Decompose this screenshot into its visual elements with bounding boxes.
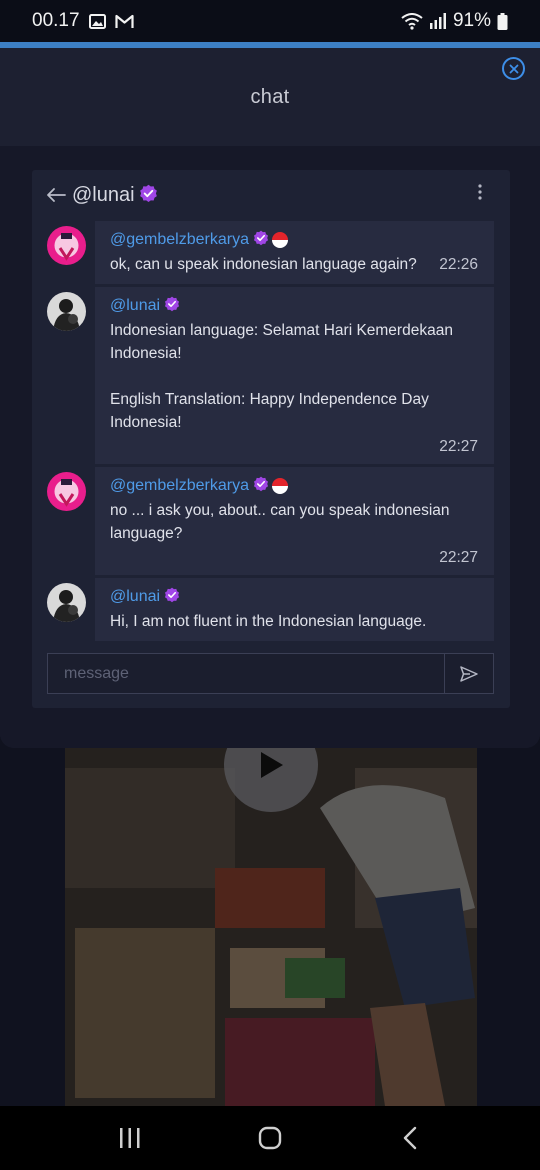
chat-sheet: chat @lunai @gembelzberkarya ok, can u s… [0,48,540,748]
message-list[interactable]: @gembelzberkarya ok, can u speak indones… [32,221,510,642]
send-button[interactable] [444,654,493,693]
verified-badge-icon [164,587,180,608]
indonesia-flag-icon [271,232,288,248]
message-text: ok, can u speak indonesian language agai… [110,256,417,273]
status-left: 00.17 [32,10,134,32]
message-composer [47,653,494,694]
message-text: Hi, I am not fluent in the Indonesian la… [110,613,427,630]
verified-badge-icon [164,296,180,317]
back-nav-icon [403,1126,417,1150]
wifi-icon [401,12,423,30]
message-bubble: @lunai Hi, I am not fluent in the Indone… [95,578,494,641]
recents-button[interactable] [100,1118,160,1158]
message-input[interactable] [48,654,444,693]
avatar[interactable] [47,226,86,265]
message-username[interactable]: @gembelzberkarya [110,231,249,249]
more-vert-icon [478,184,482,200]
message-text: no ... i ask you, about.. can you speak … [110,502,450,542]
verified-badge-icon [139,184,158,208]
sheet-title: chat [250,85,290,108]
sheet-header: chat [0,48,540,146]
message-bubble: @lunai Indonesian language: Selamat Hari… [95,287,494,464]
indonesia-flag-icon [271,478,288,494]
system-nav-bar [0,1106,540,1170]
message-item: @gembelzberkarya no ... i ask you, about… [32,467,510,578]
status-time: 00.17 [32,10,80,31]
avatar[interactable] [47,292,86,331]
avatar[interactable] [47,472,86,511]
message-item: @lunai Indonesian language: Selamat Hari… [32,287,510,467]
sheet-body: @lunai @gembelzberkarya ok, can u speak … [0,146,540,748]
close-icon [509,64,518,73]
verified-badge-icon [253,230,269,251]
message-time: 22:27 [439,549,478,566]
play-icon [261,752,283,778]
message-item: @gembelzberkarya ok, can u speak indones… [32,221,510,287]
battery-percent: 91% [452,10,491,31]
signal-icon [429,13,447,29]
message-username[interactable]: @gembelzberkarya [110,477,249,495]
message-username[interactable]: @lunai [110,588,160,606]
message-username[interactable]: @lunai [110,297,160,315]
back-button[interactable] [46,183,66,209]
status-right: 91% [401,10,508,32]
home-button[interactable] [240,1118,300,1158]
chat-panel: @lunai @gembelzberkarya ok, can u speak … [32,170,510,708]
avatar[interactable] [47,583,86,622]
message-time: 22:26 [439,256,478,273]
message-item: @lunai Hi, I am not fluent in the Indone… [32,578,510,642]
verified-badge-icon [253,476,269,497]
home-icon [258,1126,282,1150]
gmail-icon [114,14,134,29]
message-bubble: @gembelzberkarya ok, can u speak indones… [95,221,494,284]
recents-icon [120,1128,140,1148]
message-time: 22:27 [439,438,478,455]
image-icon [88,13,106,29]
status-bar: 00.17 91% [0,0,540,42]
send-icon [460,665,478,682]
message-text: Indonesian language: Selamat Hari Kemerd… [110,322,453,431]
video-preview[interactable] [65,748,477,1106]
battery-icon [497,12,508,30]
chat-header: @lunai [32,170,510,221]
chat-username[interactable]: @lunai [72,184,135,207]
back-nav-button[interactable] [380,1118,440,1158]
more-options-button[interactable] [478,184,482,204]
back-arrow-icon [47,187,66,202]
close-button[interactable] [502,57,525,80]
message-bubble: @gembelzberkarya no ... i ask you, about… [95,467,494,575]
